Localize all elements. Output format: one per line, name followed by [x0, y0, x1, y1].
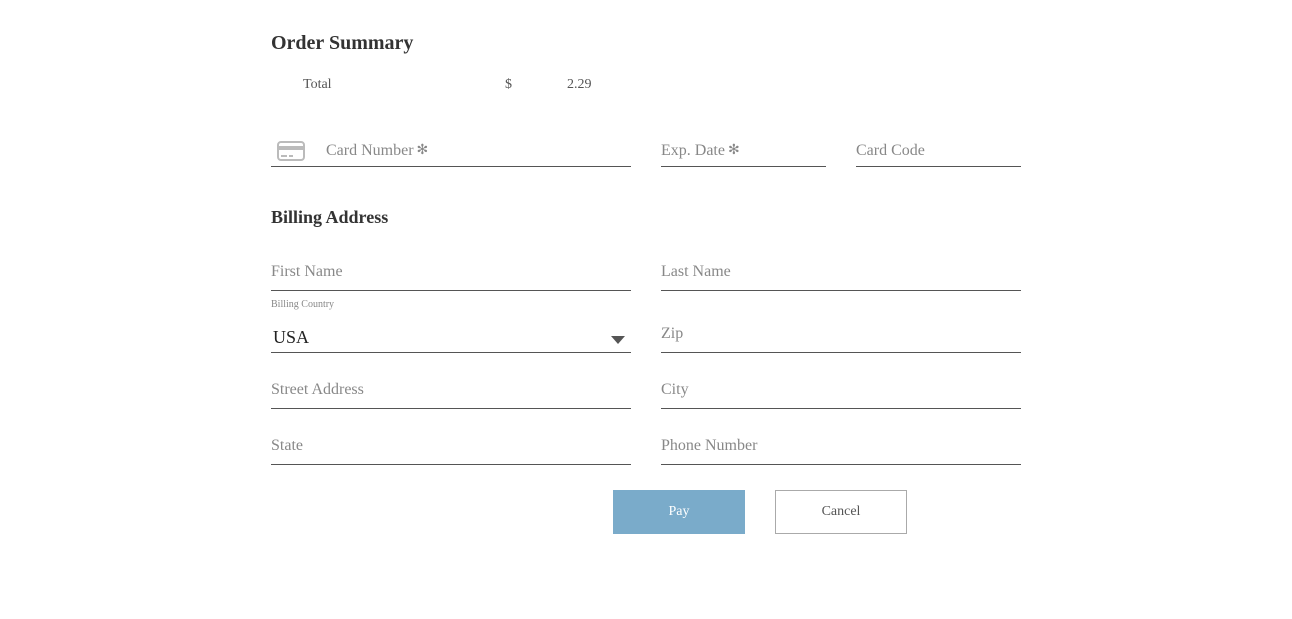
street-address-input[interactable] — [271, 381, 631, 399]
street-address-field[interactable] — [271, 371, 631, 409]
billing-country-value: USA — [271, 327, 611, 348]
last-name-field[interactable] — [661, 253, 1021, 291]
card-code-field[interactable]: Card Code — [856, 135, 1021, 167]
last-name-input[interactable] — [661, 263, 1021, 281]
phone-input[interactable] — [661, 437, 1021, 455]
total-label: Total — [303, 77, 503, 93]
city-field[interactable] — [661, 371, 1021, 409]
required-mark: ✻ — [417, 142, 429, 159]
phone-field[interactable] — [661, 427, 1021, 465]
card-code-label: Card Code — [856, 142, 925, 160]
first-name-field[interactable] — [271, 253, 631, 291]
required-mark: ✻ — [728, 142, 740, 159]
billing-country-select[interactable]: Billing Country USA — [271, 309, 631, 353]
order-summary-row: Total $ 2.29 — [301, 75, 604, 95]
exp-date-field[interactable]: Exp. Date ✻ — [661, 135, 826, 167]
card-number-label: Card Number — [326, 142, 414, 160]
currency-symbol: $ — [505, 77, 565, 93]
state-input[interactable] — [271, 437, 631, 455]
total-amount: 2.29 — [567, 77, 602, 93]
zip-input[interactable] — [661, 325, 1021, 343]
exp-date-label: Exp. Date — [661, 142, 725, 160]
billing-address-title: Billing Address — [271, 207, 1021, 228]
card-number-field[interactable]: Card Number ✻ — [271, 135, 631, 167]
first-name-input[interactable] — [271, 263, 631, 281]
pay-button[interactable]: Pay — [613, 490, 745, 534]
state-field[interactable] — [271, 427, 631, 465]
billing-country-label: Billing Country — [271, 299, 334, 310]
order-summary-title: Order Summary — [271, 32, 1021, 55]
credit-card-icon — [276, 141, 306, 161]
zip-field[interactable] — [661, 315, 1021, 353]
city-input[interactable] — [661, 381, 1021, 399]
cancel-button[interactable]: Cancel — [775, 490, 907, 534]
chevron-down-icon — [611, 336, 625, 344]
